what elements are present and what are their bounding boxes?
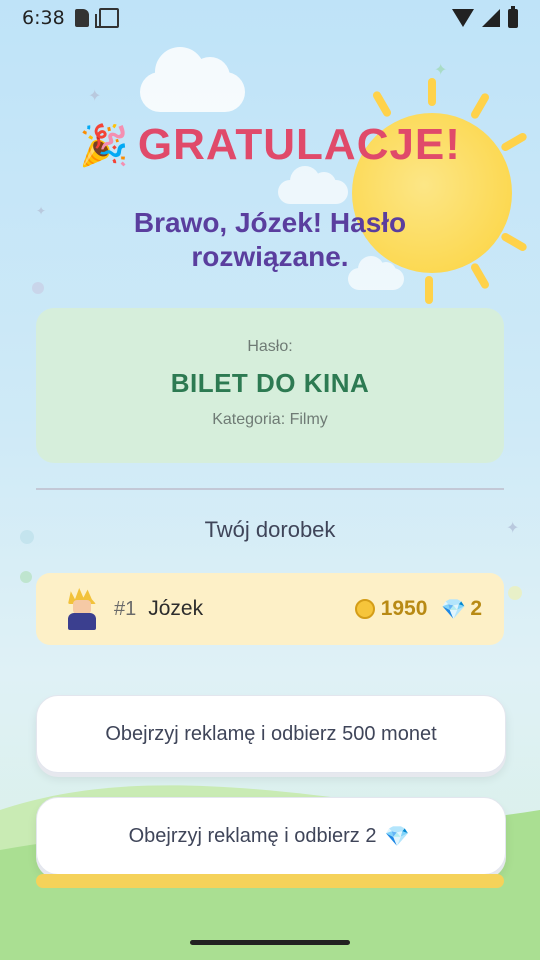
sun-ray bbox=[425, 276, 433, 304]
gem-icon: 💎 bbox=[384, 825, 410, 848]
signal-icon bbox=[482, 9, 500, 27]
answer-category: Kategoria: Filmy bbox=[212, 411, 328, 428]
sparkle-icon: ✦ bbox=[88, 86, 102, 105]
party-popper-icon: 🎉 bbox=[79, 124, 130, 168]
player-score-row: #1 Józek 1950 💎 2 bbox=[36, 573, 504, 645]
gem-icon: 💎 bbox=[441, 598, 467, 621]
dot-decoration bbox=[508, 586, 522, 600]
sparkle-icon: ✦ bbox=[434, 60, 448, 79]
subtitle: Brawo, Józek! Hasło rozwiązane. bbox=[133, 207, 407, 272]
clock: 6:38 bbox=[22, 7, 65, 29]
avatar-face bbox=[73, 600, 91, 614]
screenshot-icon bbox=[94, 8, 119, 28]
sd-card-icon bbox=[74, 9, 89, 27]
divider bbox=[36, 488, 504, 490]
watch-ad-coins-button[interactable]: Obejrzyj reklamę i odbierz 500 monet bbox=[36, 695, 506, 773]
status-left: 6:38 bbox=[22, 7, 119, 29]
answer-card: Hasło: BILET DO KINA Kategoria: Filmy bbox=[36, 308, 504, 463]
sparkle-icon: ✦ bbox=[36, 204, 47, 218]
watch-ad-gems-label: Obejrzyj reklamę i odbierz 2 bbox=[128, 824, 377, 847]
avatar-body bbox=[68, 613, 96, 630]
page-title: 🎉 GRATULACJE! bbox=[0, 120, 540, 170]
status-right bbox=[452, 5, 518, 28]
player-name: Józek bbox=[148, 597, 204, 620]
answer-label: Hasło: bbox=[247, 338, 293, 355]
player-rank: #1 bbox=[114, 597, 137, 620]
avatar bbox=[64, 588, 100, 630]
cloud-decoration bbox=[278, 166, 348, 204]
sun-ray bbox=[371, 89, 393, 119]
status-bar: 6:38 bbox=[0, 0, 540, 36]
sun-ray bbox=[499, 231, 529, 253]
dot-decoration bbox=[20, 571, 32, 583]
title-text: GRATULACJE! bbox=[137, 120, 461, 169]
sun-ray bbox=[469, 91, 491, 121]
dot-decoration bbox=[32, 282, 44, 294]
section-title: Twój dorobek bbox=[204, 517, 336, 542]
battery-icon bbox=[508, 5, 518, 28]
coin-count: 1950 bbox=[380, 597, 428, 620]
sun-ray bbox=[428, 78, 436, 106]
cloud-decoration bbox=[140, 47, 245, 112]
answer-text: BILET DO KINA bbox=[170, 368, 370, 398]
wifi-icon bbox=[452, 9, 474, 27]
watch-ad-gems-button[interactable]: Obejrzyj reklamę i odbierz 2 💎 bbox=[36, 797, 506, 875]
accent-bar bbox=[36, 874, 504, 888]
watch-ad-coins-label: Obejrzyj reklamę i odbierz 500 monet bbox=[105, 722, 437, 745]
coin-icon bbox=[354, 599, 375, 619]
home-indicator[interactable] bbox=[190, 940, 350, 945]
gem-count: 2 bbox=[470, 597, 482, 620]
